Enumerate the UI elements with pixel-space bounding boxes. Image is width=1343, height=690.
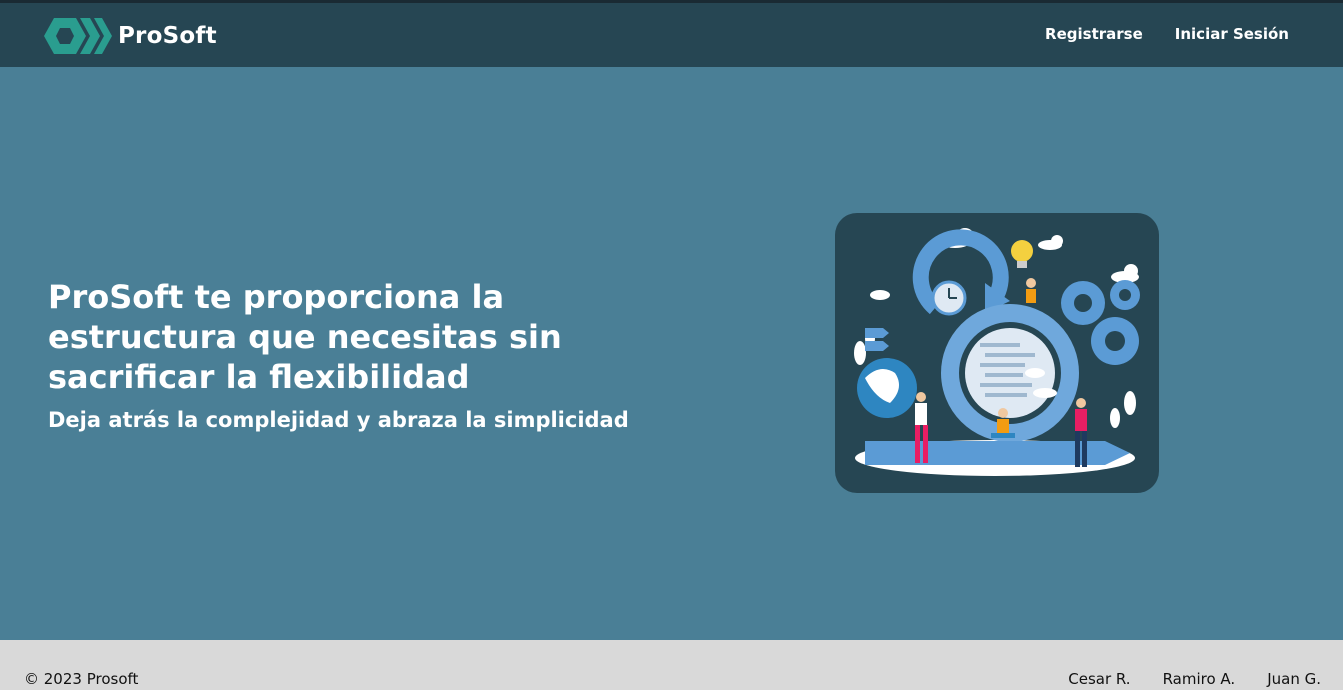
hero-title: ProSoft te proporciona la estructura que… (48, 278, 562, 396)
author-ramiro: Ramiro A. (1162, 670, 1236, 688)
author-juan: Juan G. (1267, 670, 1321, 688)
login-link[interactable]: Iniciar Sesión (1175, 25, 1289, 43)
authors-list: Cesar R. Ramiro A. Juan G. (1068, 670, 1321, 688)
brand-logo[interactable]: ProSoft (44, 16, 217, 56)
hexagon-chevrons-icon (44, 18, 112, 54)
copyright-text: © 2023 Prosoft (24, 670, 139, 688)
author-cesar: Cesar R. (1068, 670, 1131, 688)
hero-subtitle: Deja atrás la complejidad y abraza la si… (48, 408, 629, 432)
footer: © 2023 Prosoft Cesar R. Ramiro A. Juan G… (0, 640, 1343, 690)
hero-section: ProSoft te proporciona la estructura que… (0, 67, 1343, 640)
hero-illustration (835, 213, 1159, 493)
register-link[interactable]: Registrarse (1045, 25, 1143, 43)
navbar: ProSoft Registrarse Iniciar Sesión (0, 3, 1343, 67)
nav-links: Registrarse Iniciar Sesión (1045, 25, 1289, 43)
brand-name: ProSoft (118, 23, 217, 49)
